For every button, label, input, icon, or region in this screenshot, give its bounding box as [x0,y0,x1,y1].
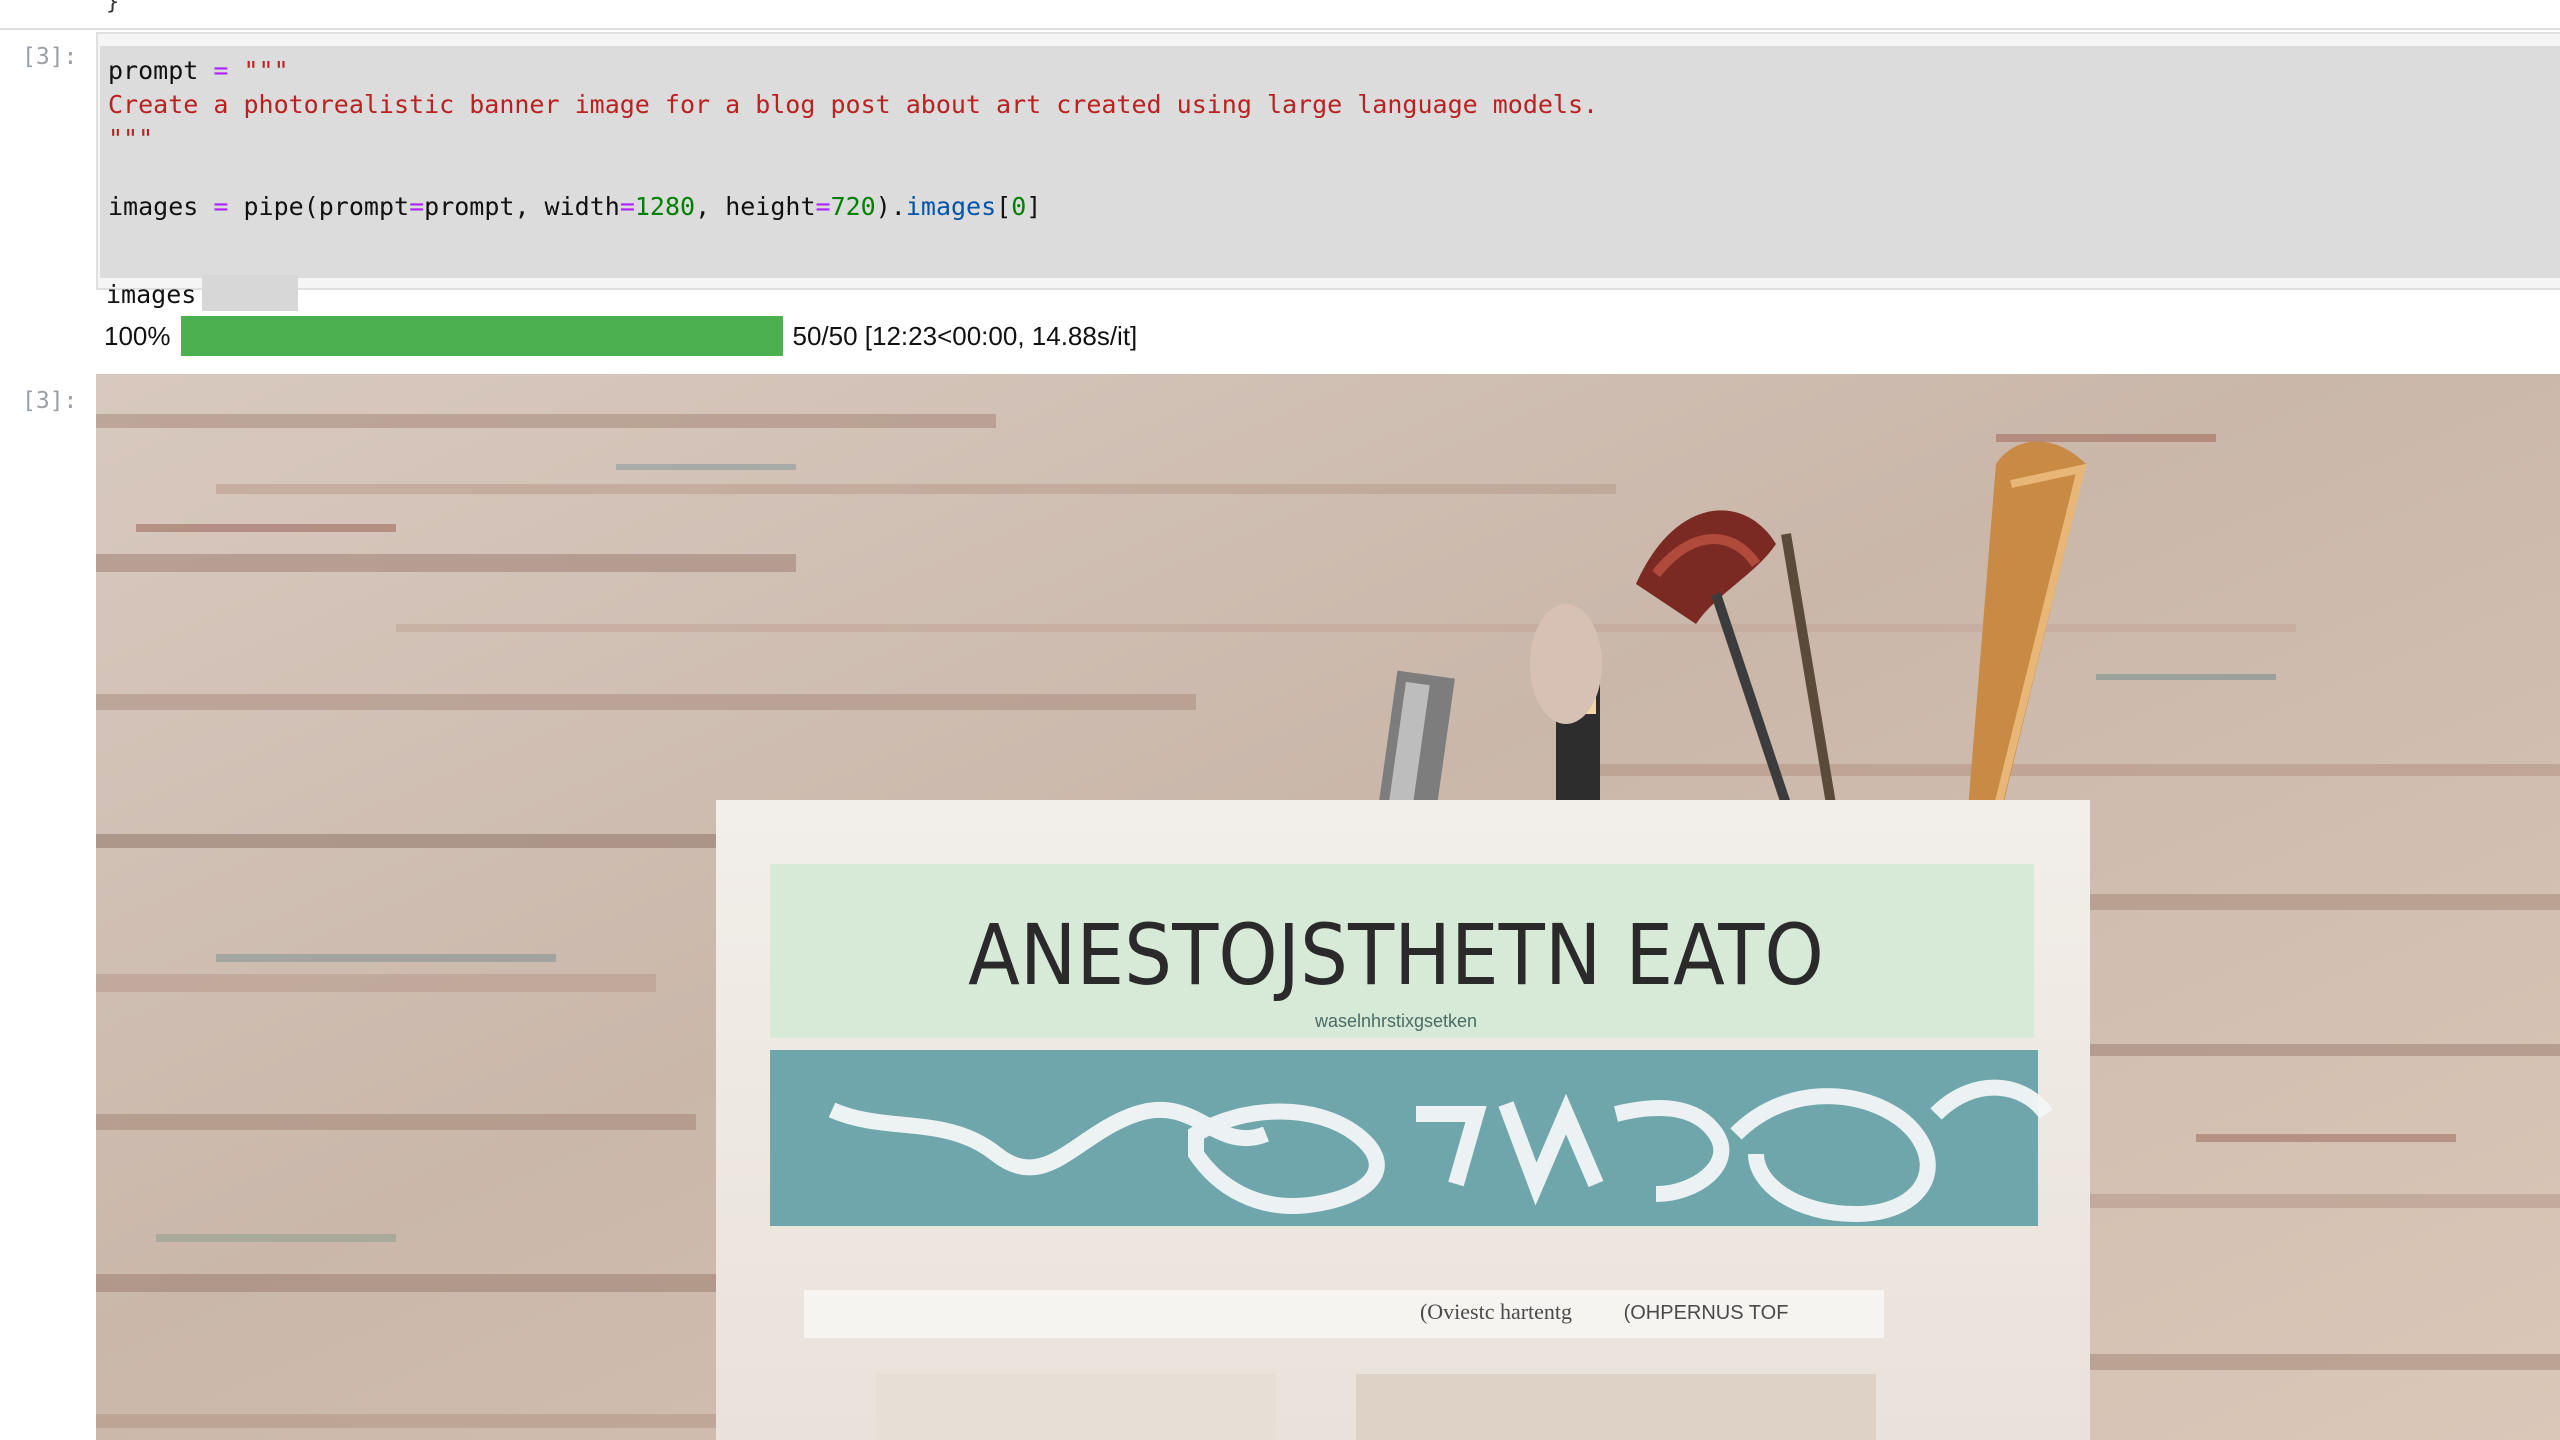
banner-title-text: ANESTOJSTHETN EATO [968,906,1824,1004]
token-pipe-call: pipe(prompt [243,192,410,221]
code-line-4: images = pipe(prompt=prompt, width=1280,… [108,192,1041,222]
banner-bottom-right-text: (OHPERNUS TOF [1624,1302,1789,1324]
token-images-var: images [108,192,199,221]
code-line-5-images-expr: images [106,280,197,309]
output-prompt-label: [3]: [22,388,78,414]
code-line-2-prompt-text: Create a photorealistic banner image for… [108,90,1599,119]
images-selection-highlight [202,275,298,311]
token-close-paren: ). [875,192,906,221]
token-index-close: ] [1026,192,1042,221]
token-prompt-name: prompt [108,56,199,85]
token-height-value: 720 [830,192,876,221]
previous-cell-edge: } [0,0,2560,30]
banner-bottom-left-text: (Oviestc hartentg [1420,1299,1572,1324]
token-kw2-eq: = [619,192,635,221]
notebook-page: } [3]: prompt = """ Create a photorealis… [0,0,2560,1440]
code-line-1: prompt = """ [108,56,289,86]
input-prompt-label: [3]: [22,44,78,70]
previous-cell-glyph: } [106,0,120,15]
token-kw1-eq: = [409,192,425,221]
progress-percent-label: 100% [104,320,171,351]
token-width-value: 1280 [634,192,696,221]
banner-small-text: waselnhrstixgsetken [1314,1011,1477,1031]
code-editor[interactable]: prompt = """ Create a photorealistic ban… [100,46,2560,278]
token-kw3-eq: = [815,192,831,221]
token-height-kw: , height [695,192,816,221]
token-assign-operator: = [213,56,229,85]
progress-bar-fill [180,316,783,356]
token-assign-operator-2: = [213,192,229,221]
token-triple-quote-open: """ [243,56,289,85]
generated-banner-image: ANESTOJSTHETN EATO waselnhrstixgsetken (… [96,374,2560,1440]
progress-bar [180,316,783,356]
token-after-kw1: prompt, width [424,192,620,221]
token-images-attr: images [905,192,997,221]
code-cell[interactable]: prompt = """ Create a photorealistic ban… [96,32,2560,311]
progress-status-text: 50/50 [12:23<00:00, 14.88s/it] [792,320,1138,351]
banner-image-canvas: ANESTOJSTHETN EATO waselnhrstixgsetken (… [96,374,2560,1440]
banner-book: ANESTOJSTHETN EATO waselnhrstixgsetken (… [716,800,2090,1440]
code-line-3-triple-quote-close: """ [108,124,154,153]
progress-row: 100% 50/50 [12:23<00:00, 14.88s/it] [104,314,1137,358]
token-index-open: [ [996,192,1012,221]
token-index-value: 0 [1011,192,1027,221]
